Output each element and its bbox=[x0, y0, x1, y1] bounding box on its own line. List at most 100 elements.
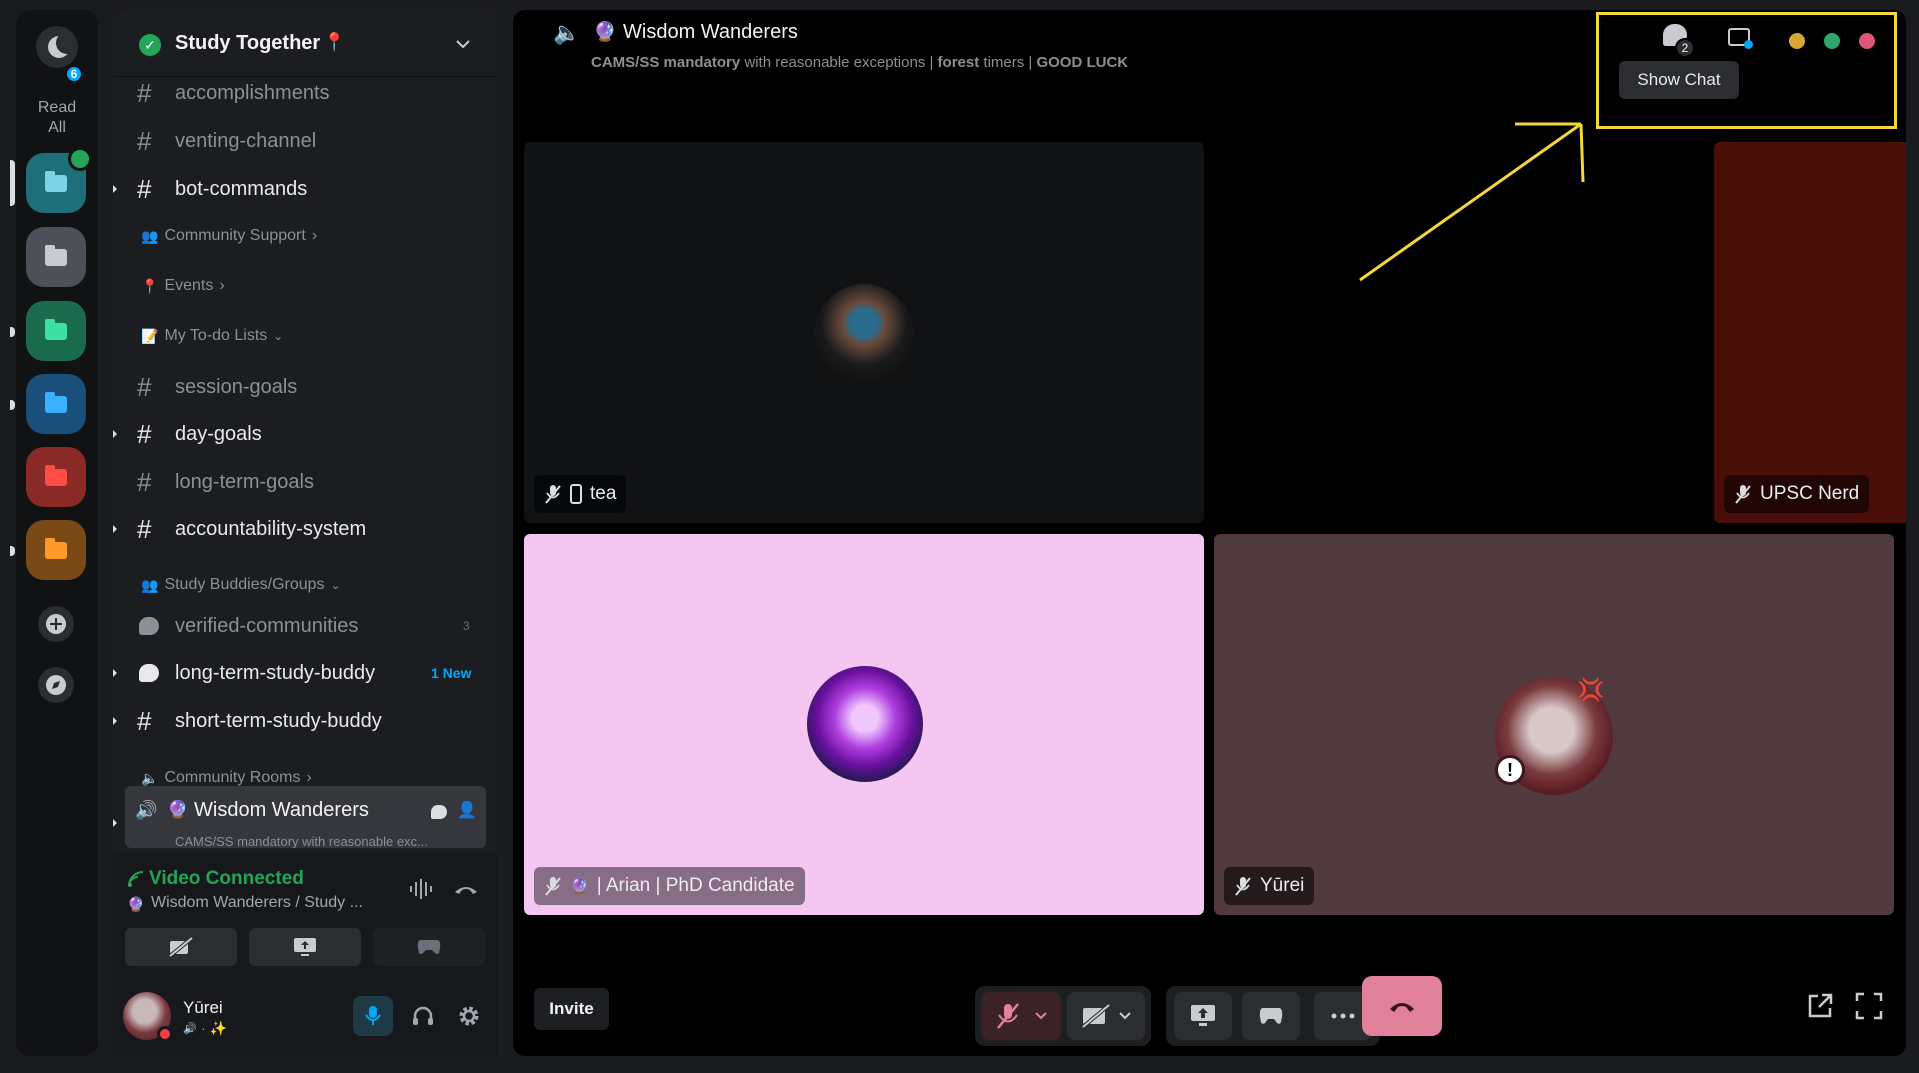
chevron-down-icon[interactable] bbox=[1119, 1012, 1131, 1020]
fullscreen-icon bbox=[1855, 992, 1883, 1020]
invite-button[interactable]: Invite bbox=[534, 988, 609, 1030]
mute-button[interactable] bbox=[353, 996, 393, 1036]
activities-button[interactable] bbox=[373, 928, 485, 966]
server-folder-orange[interactable] bbox=[26, 520, 86, 580]
active-voice-channel[interactable]: 🔊 🔮 Wisdom Wanderers 👤 CAMS/SS mandatory… bbox=[125, 786, 486, 848]
participant-nametag: UPSC Nerd bbox=[1724, 475, 1870, 513]
chevron-down-icon[interactable] bbox=[1035, 1012, 1047, 1020]
popout-button[interactable] bbox=[1806, 992, 1836, 1022]
read-all-label: Read All bbox=[37, 99, 77, 136]
leave-call-button[interactable] bbox=[1362, 976, 1442, 1036]
channel-long-term-goals[interactable]: # long-term-goals bbox=[113, 461, 498, 503]
hash-icon: # bbox=[137, 513, 152, 544]
server-folder-green[interactable] bbox=[26, 301, 86, 361]
screen-share-icon bbox=[1191, 1005, 1215, 1026]
share-controls bbox=[1166, 986, 1380, 1046]
user-avatar[interactable] bbox=[123, 992, 173, 1042]
gear-icon bbox=[459, 1006, 479, 1026]
activities-button[interactable] bbox=[1242, 992, 1300, 1040]
channel-accomplishments[interactable]: # accomplishments bbox=[113, 72, 498, 114]
hangup-icon bbox=[1390, 1003, 1414, 1012]
camera-button[interactable] bbox=[1067, 992, 1145, 1040]
chevron-right-icon: › bbox=[219, 277, 225, 294]
participant-tile[interactable]: 💢 ! Yūrei bbox=[1214, 534, 1894, 915]
toggle-camera-button[interactable] bbox=[125, 928, 237, 966]
share-screen-button[interactable] bbox=[1174, 992, 1232, 1040]
alert-icon: ! bbox=[1495, 755, 1525, 785]
expand-arrow-icon bbox=[113, 817, 117, 829]
voice-channel-topic: CAMS/SS mandatory with reasonable exc... bbox=[175, 834, 428, 848]
noise-suppression-icon[interactable] bbox=[408, 878, 434, 900]
unread-indicator bbox=[10, 546, 15, 556]
fullscreen-button[interactable] bbox=[1855, 992, 1885, 1022]
hash-icon: # bbox=[137, 371, 152, 402]
speaker-icon: 🔊 bbox=[135, 800, 158, 820]
people-icon: 👥 bbox=[141, 576, 159, 593]
username: Yūrei bbox=[183, 998, 223, 1017]
people-icon: 👥 bbox=[141, 227, 159, 244]
forum-icon bbox=[139, 617, 159, 635]
channel-bot-commands[interactable]: # bot-commands bbox=[113, 168, 498, 210]
popout-icon bbox=[1808, 993, 1833, 1018]
folder-icon bbox=[45, 318, 67, 340]
participant-nametag: Yūrei bbox=[1224, 867, 1315, 905]
chevron-down-icon: ⌄ bbox=[273, 329, 284, 343]
category-todo[interactable]: 📝 My To-do Lists ⌄ bbox=[141, 327, 283, 345]
share-screen-button[interactable] bbox=[249, 928, 361, 966]
chat-bubble-icon[interactable] bbox=[431, 805, 447, 819]
server-folder-blue[interactable] bbox=[26, 374, 86, 434]
call-channel-name: Wisdom Wanderers bbox=[623, 21, 798, 43]
category-community-rooms[interactable]: 🔈 Community Rooms › bbox=[141, 769, 312, 787]
deafen-button[interactable] bbox=[403, 996, 443, 1036]
participant-avatar: 💢 ! bbox=[1495, 677, 1613, 795]
connection-status[interactable]: Video Connected bbox=[149, 868, 304, 890]
channel-short-term-study-buddy[interactable]: # short-term-study-buddy bbox=[113, 700, 498, 742]
channel-day-goals[interactable]: # day-goals bbox=[113, 413, 498, 455]
chevron-right-icon: › bbox=[306, 769, 312, 786]
participant-tile[interactable]: UPSC Nerd bbox=[1714, 142, 1906, 523]
selected-indicator bbox=[10, 160, 15, 206]
connection-location[interactable]: Wisdom Wanderers / Study ... bbox=[151, 894, 363, 912]
expand-arrow-icon bbox=[113, 523, 117, 535]
mic-muted-icon bbox=[997, 1003, 1019, 1029]
server-folder-red[interactable] bbox=[26, 447, 86, 507]
hash-icon: # bbox=[137, 125, 152, 156]
folder-icon bbox=[45, 537, 67, 559]
add-server-button[interactable] bbox=[38, 606, 74, 642]
category-study-buddies[interactable]: 👥 Study Buddies/Groups ⌄ bbox=[141, 576, 341, 594]
disconnect-icon[interactable] bbox=[453, 882, 479, 896]
screen-share-icon bbox=[294, 938, 316, 956]
chevron-down-icon: ⌄ bbox=[330, 578, 341, 592]
forum-icon bbox=[139, 664, 159, 682]
participant-tile[interactable]: tea bbox=[524, 142, 1204, 523]
unread-indicator bbox=[10, 400, 15, 410]
hash-icon: # bbox=[137, 705, 152, 736]
channel-accountability-system[interactable]: # accountability-system bbox=[113, 508, 498, 550]
server-folder-teal[interactable] bbox=[26, 147, 92, 213]
crystal-emoji: 🔮 bbox=[570, 878, 589, 895]
mobile-icon bbox=[570, 484, 582, 504]
server-folder-gray[interactable] bbox=[26, 227, 86, 287]
channel-count: 3 bbox=[463, 619, 470, 633]
participant-tile[interactable]: 🔮 | Arian | PhD Candidate bbox=[524, 534, 1204, 915]
crystal-emoji: 🔮 bbox=[127, 896, 145, 912]
category-community-support[interactable]: 👥 Community Support › bbox=[141, 227, 317, 245]
mic-muted-icon bbox=[1235, 877, 1251, 896]
category-events[interactable]: 📍 Events › bbox=[141, 277, 225, 295]
channel-session-goals[interactable]: # session-goals bbox=[113, 366, 498, 408]
unread-indicator bbox=[10, 327, 15, 337]
expand-arrow-icon bbox=[113, 183, 117, 195]
server-header[interactable]: ✓ Study Together 📍 bbox=[113, 10, 498, 78]
verified-icon: ✓ bbox=[139, 34, 161, 56]
user-settings-button[interactable] bbox=[449, 996, 489, 1036]
explore-button[interactable] bbox=[38, 667, 74, 703]
speaker-icon: 🔈 bbox=[553, 20, 581, 45]
moon-icon bbox=[36, 26, 78, 68]
channel-long-term-study-buddy[interactable]: long-term-study-buddy 1 New bbox=[113, 652, 498, 694]
highlight-box bbox=[1596, 12, 1897, 129]
unmute-button[interactable] bbox=[981, 992, 1061, 1040]
channel-verified-communities[interactable]: verified-communities 3 bbox=[113, 605, 498, 647]
read-all-button[interactable]: 6 Read All bbox=[28, 22, 86, 136]
add-person-icon[interactable]: 👤 bbox=[457, 800, 477, 820]
channel-venting[interactable]: # venting-channel bbox=[113, 120, 498, 162]
